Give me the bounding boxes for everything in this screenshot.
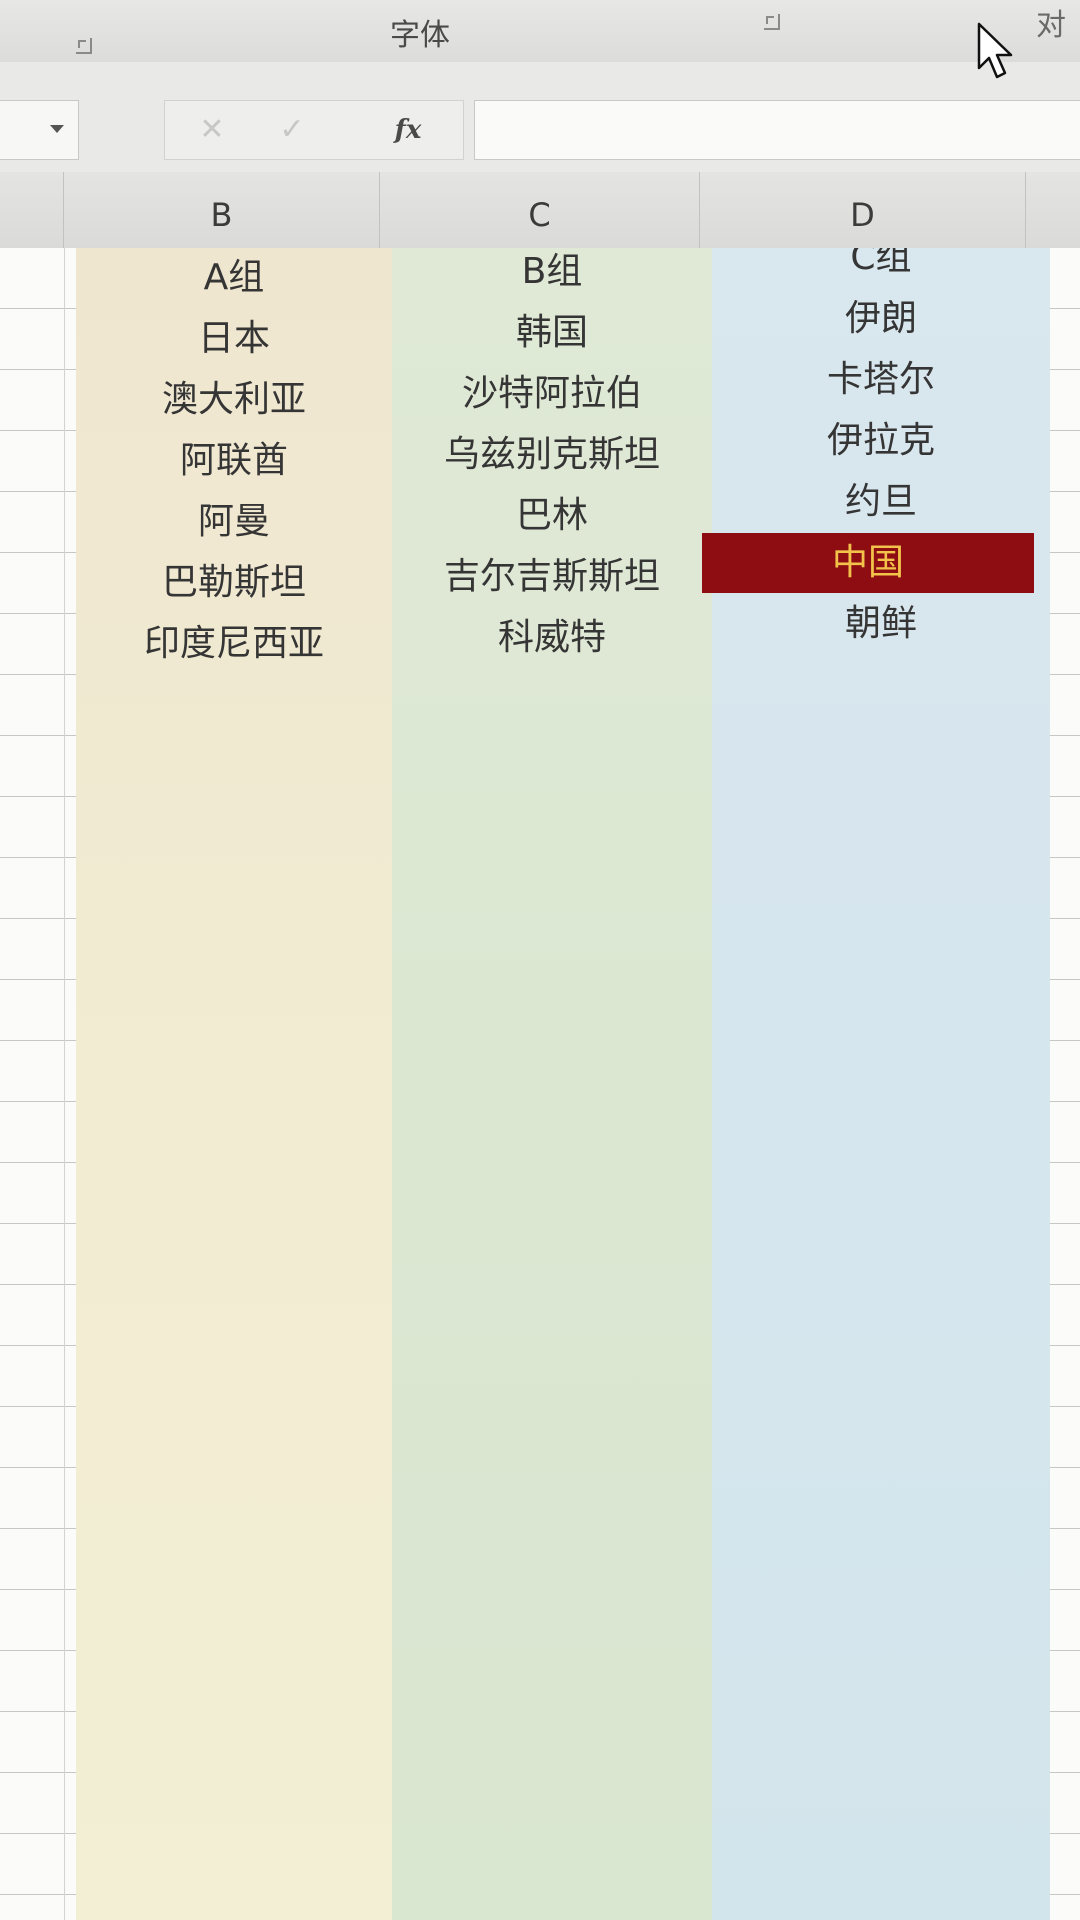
cell-c6[interactable]: 吉尔吉斯斯坦 <box>392 547 712 607</box>
column-header-label: C <box>528 196 551 234</box>
cell-d7[interactable]: 朝鲜 <box>712 594 1050 654</box>
cell-b3[interactable]: 澳大利亚 <box>76 370 392 430</box>
cell-d5[interactable]: 约旦 <box>712 472 1050 532</box>
column-header-label <box>0 172 63 196</box>
cell-c1[interactable]: B组 <box>392 248 712 302</box>
chevron-down-icon[interactable] <box>50 125 64 133</box>
formula-input[interactable] <box>474 100 1080 160</box>
sheet-grid[interactable]: A组 日本 澳大利亚 阿联酋 阿曼 巴勒斯坦 印度尼西亚 B组 韩国 沙特阿拉伯… <box>0 248 1080 1920</box>
cell-d2[interactable]: 伊朗 <box>712 289 1050 349</box>
cell-b1[interactable]: A组 <box>76 248 392 308</box>
cell-c2[interactable]: 韩国 <box>392 303 712 363</box>
cell-c3[interactable]: 沙特阿拉伯 <box>392 364 712 424</box>
cell-b4[interactable]: 阿联酋 <box>76 431 392 491</box>
name-box[interactable] <box>0 100 79 160</box>
column-header-c[interactable]: C <box>380 172 700 248</box>
cell-d6-highlighted[interactable]: 中国 <box>702 533 1034 593</box>
column-header-d[interactable]: D <box>700 172 1026 248</box>
ribbon: 字体 对 <box>0 0 1080 63</box>
cell-d1[interactable]: C组 <box>712 248 1050 288</box>
column-header-a[interactable] <box>0 172 64 248</box>
font-group-label: 字体 <box>390 18 450 53</box>
cell-b6[interactable]: 巴勒斯坦 <box>76 553 392 613</box>
cancel-icon[interactable]: ✕ <box>187 111 237 149</box>
mouse-cursor-icon <box>977 22 1013 79</box>
column-header-label: D <box>850 196 875 234</box>
dialog-launcher-icon[interactable] <box>76 38 92 54</box>
cell-c4[interactable]: 乌兹别克斯坦 <box>392 425 712 485</box>
alignment-group-label: 对 <box>1036 8 1066 43</box>
cell-b2[interactable]: 日本 <box>76 309 392 369</box>
column-header-label: B <box>210 196 233 234</box>
cell-c7[interactable]: 科威特 <box>392 608 712 668</box>
cell-b7[interactable]: 印度尼西亚 <box>76 614 392 674</box>
enter-icon[interactable]: ✓ <box>267 111 317 149</box>
font-dialog-launcher-icon[interactable] <box>764 14 780 30</box>
cell-d4[interactable]: 伊拉克 <box>712 411 1050 471</box>
cell-b5[interactable]: 阿曼 <box>76 492 392 552</box>
formula-buttons: ✕ ✓ fx <box>164 100 464 160</box>
column-header-e[interactable] <box>1026 172 1080 248</box>
cell-c5[interactable]: 巴林 <box>392 486 712 546</box>
column-header-b[interactable]: B <box>64 172 380 248</box>
formula-bar: ✕ ✓ fx <box>0 62 1080 173</box>
cell-d3[interactable]: 卡塔尔 <box>712 350 1050 410</box>
column-header-label <box>1026 172 1080 196</box>
insert-function-icon[interactable]: fx <box>383 111 433 149</box>
column-headers: B C D <box>0 172 1080 249</box>
